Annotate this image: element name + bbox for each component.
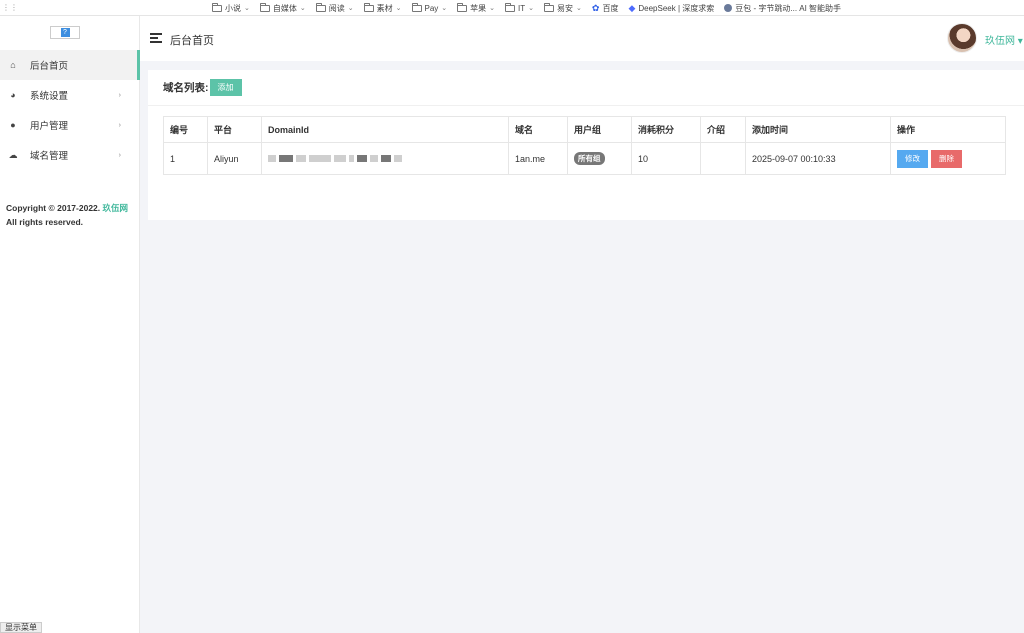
chevron-down-icon: ⌄ <box>441 5 448 12</box>
chevron-down-icon: ⌄ <box>528 5 535 12</box>
chevron-down-icon: ⌄ <box>299 5 306 12</box>
column-header: 域名 <box>508 116 568 143</box>
folder-icon <box>212 2 222 12</box>
chevron-down-icon: ⌄ <box>244 5 250 12</box>
table-header-row: 编号 平台 DomainId 域名 用户组 消耗积分 介绍 添加时间 操作 <box>163 116 1006 143</box>
sidebar-item-domains[interactable]: ☁ 域名管理 › <box>0 140 140 170</box>
table-row: 1 Aliyun 1an.me 所有组 10 2025-09-07 00:10:… <box>163 142 1006 175</box>
sidebar-item-home[interactable]: ⌂ 后台首页 <box>0 50 140 80</box>
folder-icon <box>315 2 326 12</box>
chevron-down-icon: ⌄ <box>489 5 496 12</box>
apps-grid-icon[interactable]: ⋮⋮ <box>2 4 18 12</box>
logo[interactable]: ? <box>50 26 80 39</box>
cell-time: 2025-09-07 00:10:33 <box>745 142 891 175</box>
avatar[interactable] <box>947 23 977 53</box>
folder-icon <box>411 2 422 12</box>
bookmark-folder[interactable]: 苹果 ⌄ <box>457 2 496 14</box>
folder-icon <box>259 2 270 12</box>
column-header: 介绍 <box>700 116 746 143</box>
sidebar-item-label: 后台首页 <box>30 61 69 72</box>
sidebar-item-label: 系统设置 <box>30 91 69 102</box>
deepseek-whale-icon: ◆ <box>628 2 636 13</box>
cell-id: 1 <box>163 142 208 175</box>
sidebar-item-label: 用户管理 <box>30 121 69 132</box>
bookmark-folder[interactable]: 易安 ⌄ <box>544 2 582 14</box>
delete-button[interactable]: 删除 <box>931 149 962 168</box>
chevron-down-icon: ⌄ <box>576 5 582 12</box>
column-header: DomainId <box>261 116 509 143</box>
folder-icon <box>505 2 516 12</box>
add-button[interactable]: 添加 <box>209 79 242 96</box>
doubao-icon <box>724 4 733 12</box>
copyright-link[interactable]: 玖伍网 <box>103 203 129 213</box>
sidebar-nav: ⌂ 后台首页 ◕ 系统设置 › ● 用户管理 › ☁ 域名管理 › <box>0 50 140 170</box>
column-header: 添加时间 <box>745 116 891 143</box>
chevron-right-icon: › <box>118 151 121 159</box>
cell-domainid <box>261 142 509 175</box>
bookmarks-bar: ⋮⋮ 小说 ⌄ 自媒体 ⌄ 阅读 ⌄ 素材 ⌄ Pay ⌄ 苹果 ⌄ IT ⌄ 易安 ⌄ ✿ 百度… <box>0 0 1024 16</box>
chevron-down-icon: ⌄ <box>395 5 402 12</box>
menu-toggle-icon[interactable] <box>150 33 162 43</box>
cell-points: 10 <box>631 142 701 175</box>
bookmark-folder[interactable]: Pay ⌄ <box>411 2 448 13</box>
bookmark-link[interactable]: ✿ 百度 <box>592 3 619 14</box>
folder-icon <box>363 2 374 12</box>
column-header: 消耗积分 <box>631 116 701 143</box>
cell-group: 所有组 <box>567 142 632 175</box>
logo-image-icon: ? <box>60 28 70 37</box>
cell-actions: 修改 删除 <box>890 142 1006 175</box>
redacted-domainid <box>268 154 402 162</box>
header: 后台首页 玖伍网 ▾ <box>140 16 1024 61</box>
bookmark-folder[interactable]: 阅读 ⌄ <box>315 2 354 14</box>
home-icon: ⌂ <box>10 60 16 70</box>
card-title: 域名列表: <box>163 82 209 94</box>
user-menu[interactable]: 玖伍网 ▾ <box>985 32 1023 47</box>
bookmark-link[interactable]: ◆ DeepSeek | 深度求索 <box>628 3 714 14</box>
domain-table: 编号 平台 DomainId 域名 用户组 消耗积分 介绍 添加时间 操作 1 … <box>163 116 1006 175</box>
cell-intro <box>700 142 746 175</box>
folder-icon <box>544 2 555 12</box>
user-icon: ● <box>10 120 16 130</box>
folder-icon <box>457 2 468 12</box>
edit-button[interactable]: 修改 <box>897 149 928 168</box>
sidebar-item-users[interactable]: ● 用户管理 › <box>0 110 140 140</box>
palette-icon: ◕ <box>10 90 16 100</box>
bookmark-folder[interactable]: 小说 ⌄ <box>212 2 250 14</box>
cell-platform: Aliyun <box>207 142 262 175</box>
cloud-icon: ☁ <box>8 149 18 160</box>
column-header: 操作 <box>890 116 1006 143</box>
chevron-right-icon: › <box>118 91 121 99</box>
column-header: 编号 <box>163 116 208 143</box>
bookmark-folder[interactable]: 自媒体 ⌄ <box>259 2 306 14</box>
chevron-right-icon: › <box>118 121 121 129</box>
bookmark-list: 小说 ⌄ 自媒体 ⌄ 阅读 ⌄ 素材 ⌄ Pay ⌄ 苹果 ⌄ IT ⌄ 易安 ⌄ ✿ 百度 ◆ D… <box>212 0 841 16</box>
sidebar: ? ⌂ 后台首页 ◕ 系统设置 › ● 用户管理 › ☁ 域名管理 › Copy… <box>0 16 140 633</box>
cell-domain: 1an.me <box>508 142 568 175</box>
bookmark-folder[interactable]: IT ⌄ <box>505 2 535 13</box>
column-header: 用户组 <box>567 116 632 143</box>
copyright: Copyright © 2017-2022. 玖伍网 All rights re… <box>6 203 129 227</box>
card-header: 域名列表: 添加 <box>148 70 1024 106</box>
column-header: 平台 <box>207 116 262 143</box>
bookmark-folder[interactable]: 素材 ⌄ <box>363 2 402 14</box>
group-badge: 所有组 <box>574 152 605 165</box>
sidebar-item-label: 域名管理 <box>30 151 69 162</box>
domain-list-card: 域名列表: 添加 编号 平台 DomainId 域名 用户组 消耗积分 介绍 添… <box>148 70 1024 220</box>
show-menu-button[interactable]: 显示菜单 <box>0 622 42 633</box>
sidebar-item-settings[interactable]: ◕ 系统设置 › <box>0 80 140 110</box>
chevron-down-icon: ⌄ <box>347 5 354 12</box>
page-title: 后台首页 <box>170 35 214 47</box>
baidu-paw-icon: ✿ <box>591 2 600 13</box>
bookmark-link[interactable]: 豆包 - 字节跳动... AI 智能助手 <box>724 3 841 14</box>
